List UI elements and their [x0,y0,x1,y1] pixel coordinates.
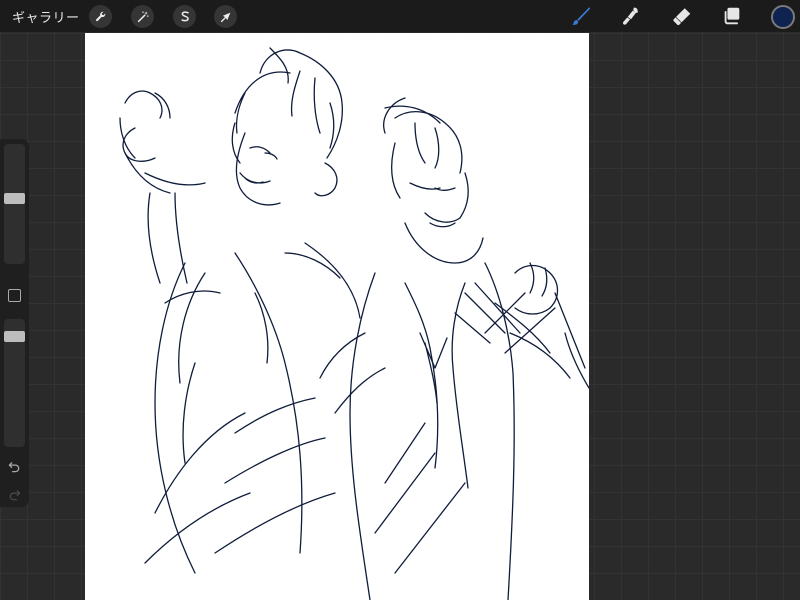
eraser-icon [673,8,691,26]
actions-button[interactable] [89,5,112,28]
selection-s-icon [180,10,189,21]
layers-icon [724,7,740,25]
undo-icon [8,461,19,472]
color-picker-button[interactable] [771,5,795,29]
selection-button[interactable] [173,5,196,28]
magic-wand-icon [137,10,149,22]
brush-tool-button[interactable] [569,4,593,28]
top-toolbar: ギャラリー [0,0,800,32]
brush-size-thumb[interactable] [4,193,25,205]
transform-button[interactable] [214,5,237,28]
modify-button[interactable] [8,289,21,302]
brush-icon [572,7,591,25]
adjustments-button[interactable] [131,5,154,28]
arrow-cursor-icon [220,12,230,22]
layers-tool-button[interactable] [720,4,744,28]
redo-button[interactable] [5,486,23,502]
left-sidebar [0,139,29,507]
undo-button[interactable] [5,458,23,474]
drawing-canvas[interactable] [85,33,589,600]
redo-icon [9,489,20,500]
smudge-tool-button[interactable] [619,4,643,28]
wrench-icon [95,11,105,21]
smudge-icon [622,7,638,25]
eraser-tool-button[interactable] [670,4,694,28]
gallery-button[interactable]: ギャラリー [12,7,80,26]
sketch-illustration [119,47,589,600]
opacity-thumb[interactable] [4,330,25,342]
